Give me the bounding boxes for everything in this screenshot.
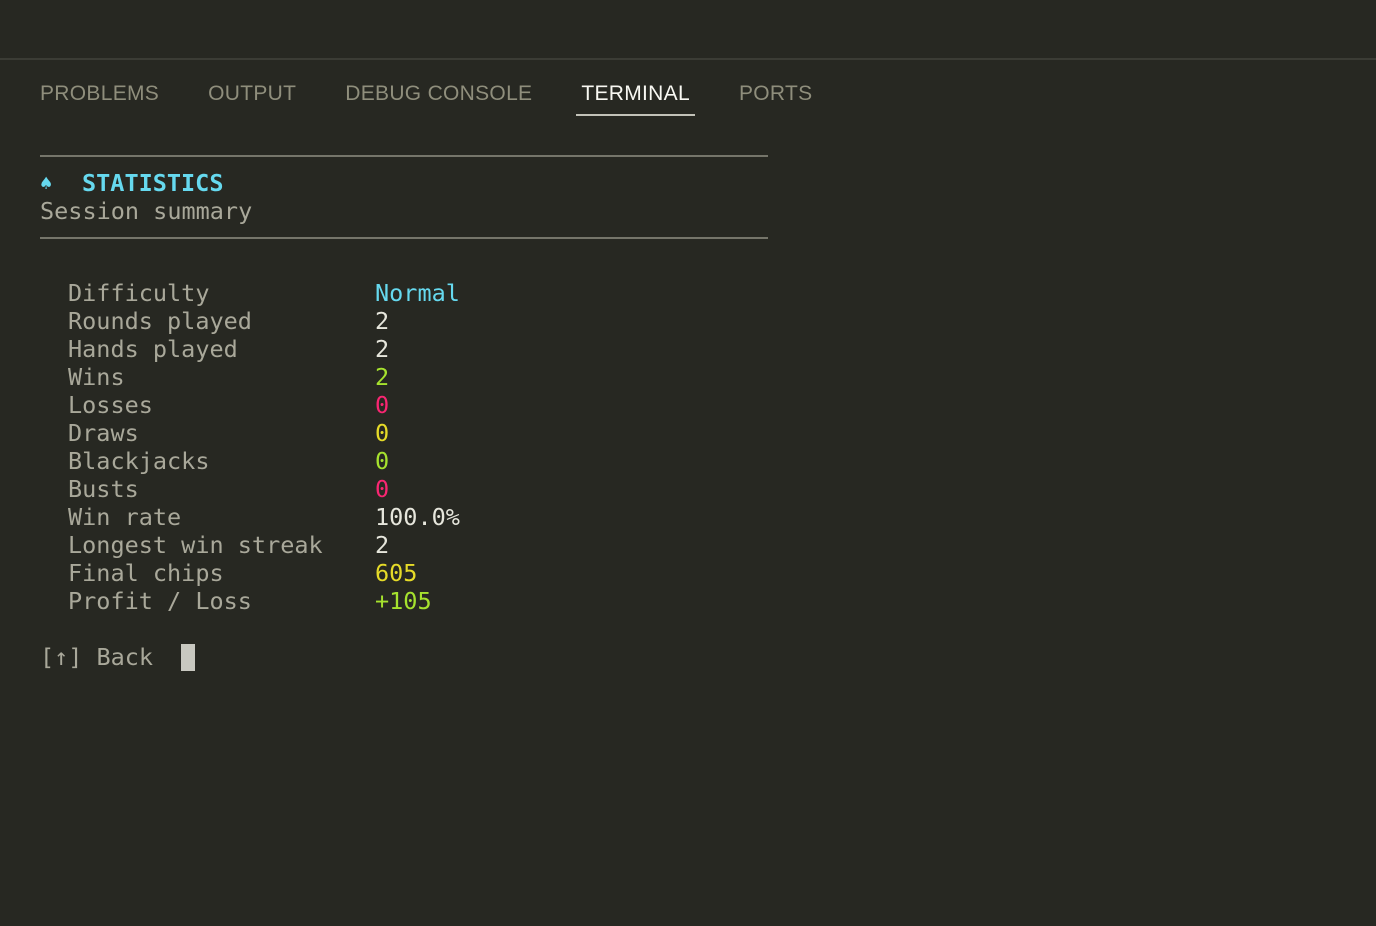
- terminal-output[interactable]: ♠ STATISTICS Session summary Difficulty …: [40, 155, 768, 671]
- back-key-hint: [↑]: [40, 643, 83, 671]
- stats-table: Difficulty Normal Rounds played 2 Hands …: [40, 279, 768, 615]
- tab-problems[interactable]: PROBLEMS: [40, 60, 159, 118]
- page-title: STATISTICS: [82, 169, 224, 197]
- stat-label: Hands played: [68, 335, 238, 363]
- stat-label: Rounds played: [68, 307, 252, 335]
- tab-ports[interactable]: PORTS: [739, 60, 812, 118]
- spade-icon: ♠: [40, 171, 53, 195]
- stat-value: 605: [375, 559, 418, 587]
- stat-row-rounds-played: Rounds played 2: [68, 307, 768, 335]
- stat-label: Difficulty: [68, 279, 210, 307]
- stat-value: 2: [375, 531, 390, 559]
- stat-value: 0: [375, 419, 390, 447]
- stat-row-wins: Wins 2: [68, 363, 768, 391]
- stat-value: Normal: [375, 279, 460, 307]
- stat-label: Losses: [68, 391, 153, 419]
- panel-tabs: PROBLEMS OUTPUT DEBUG CONSOLE TERMINAL P…: [40, 60, 861, 118]
- tab-terminal[interactable]: TERMINAL: [576, 60, 695, 118]
- stat-row-profit-loss: Profit / Loss +105: [68, 587, 768, 615]
- stat-label: Busts: [68, 475, 139, 503]
- stat-label: Draws: [68, 419, 139, 447]
- stat-row-blackjacks: Blackjacks 0: [68, 447, 768, 475]
- top-bar: [0, 0, 1376, 60]
- stat-row-longest-win-streak: Longest win streak 2: [68, 531, 768, 559]
- stat-value: 2: [375, 335, 390, 363]
- stat-row-difficulty: Difficulty Normal: [68, 279, 768, 307]
- stat-label: Wins: [68, 363, 125, 391]
- back-label: Back: [96, 643, 154, 671]
- stat-row-final-chips: Final chips 605: [68, 559, 768, 587]
- stat-label: Final chips: [68, 559, 224, 587]
- stat-value: 0: [375, 475, 390, 503]
- stat-value: 2: [375, 363, 390, 391]
- stat-row-draws: Draws 0: [68, 419, 768, 447]
- stat-label: Blackjacks: [68, 447, 210, 475]
- stat-value: 100.0%: [375, 503, 460, 531]
- stat-value: 0: [375, 447, 390, 475]
- divider-bottom: [40, 237, 768, 239]
- tab-debug-console[interactable]: DEBUG CONSOLE: [345, 60, 532, 118]
- stat-row-win-rate: Win rate 100.0%: [68, 503, 768, 531]
- terminal-cursor: [181, 643, 196, 671]
- stat-value: +105: [375, 587, 432, 615]
- stats-header: ♠ STATISTICS Session summary: [40, 157, 768, 237]
- tab-output[interactable]: OUTPUT: [208, 60, 296, 118]
- stat-label: Profit / Loss: [68, 587, 252, 615]
- stat-value: 0: [375, 391, 390, 419]
- stat-label: Win rate: [68, 503, 182, 531]
- stat-row-busts: Busts 0: [68, 475, 768, 503]
- page-subtitle: Session summary: [40, 197, 253, 225]
- back-prompt[interactable]: [↑] Back: [40, 643, 768, 671]
- stat-row-losses: Losses 0: [68, 391, 768, 419]
- stat-row-hands-played: Hands played 2: [68, 335, 768, 363]
- stat-value: 2: [375, 307, 390, 335]
- stat-label: Longest win streak: [68, 531, 323, 559]
